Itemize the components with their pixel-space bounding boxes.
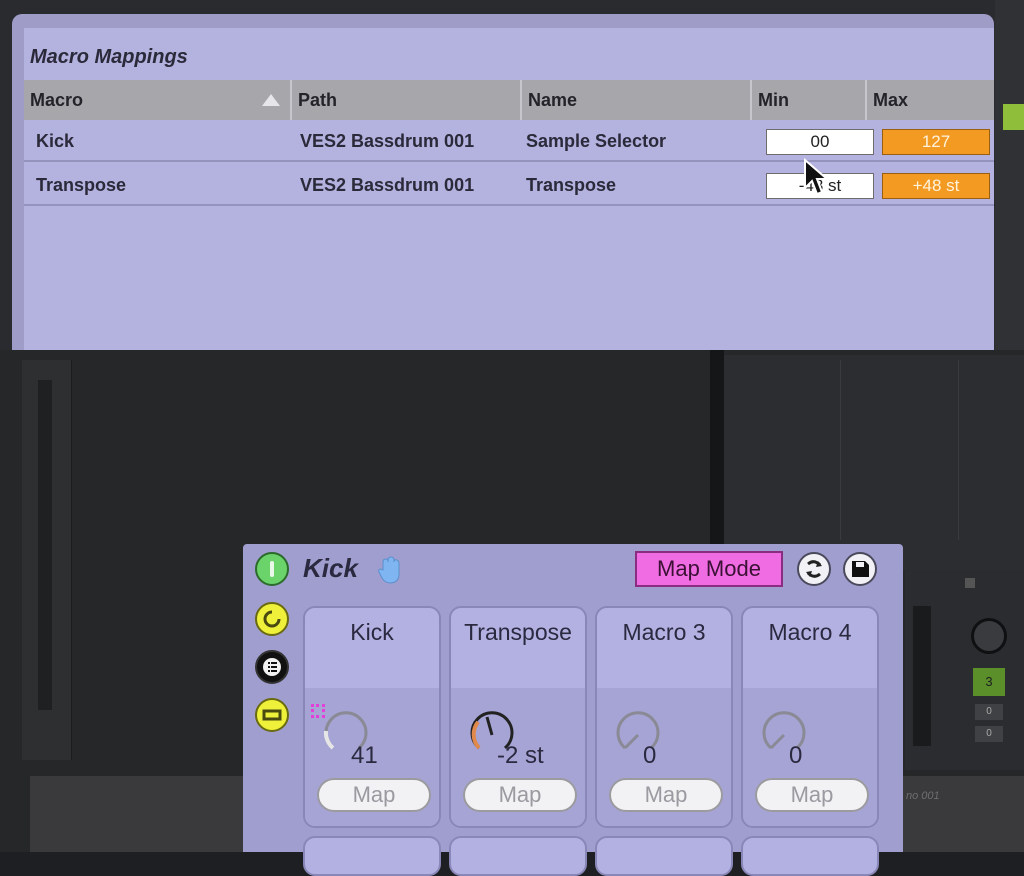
macro-value: -2 st [497, 742, 544, 769]
macro-label[interactable]: Macro 4 [743, 616, 877, 648]
solo-button[interactable]: 0 [975, 704, 1003, 720]
macro-value: 0 [643, 742, 657, 769]
macro-label[interactable]: Kick [305, 616, 439, 648]
map-button[interactable]: Map [609, 778, 723, 812]
track-activator-button[interactable]: 3 [973, 668, 1005, 696]
track-column [22, 360, 72, 760]
macro-dial[interactable] [603, 700, 673, 770]
pan-knob[interactable] [971, 618, 1007, 654]
macro-knob-6[interactable] [449, 836, 587, 876]
map-mode-button[interactable]: Map Mode [635, 551, 783, 587]
chain-glyph [262, 709, 282, 721]
session-panel [724, 355, 1024, 570]
clip-name: no 001 [906, 790, 940, 802]
column-header-name[interactable]: Name [522, 80, 752, 120]
session-grid-line [840, 360, 841, 540]
volume-fader[interactable] [913, 606, 931, 746]
save-glyph [852, 561, 869, 577]
cell-name: Sample Selector [526, 131, 667, 151]
macro-value: 41 [351, 742, 378, 769]
hot-swap-icon[interactable] [797, 552, 831, 586]
device-title[interactable]: Kick [303, 553, 358, 584]
mappings-table-header: Macro Path Name Min Max [24, 80, 994, 120]
macro-dial[interactable] [749, 700, 819, 770]
macro-knob-5[interactable] [303, 836, 441, 876]
column-header-min[interactable]: Min [752, 80, 867, 120]
macro-knob-7[interactable] [595, 836, 733, 876]
macro-knob-3[interactable]: Macro 3 0 Map [595, 606, 733, 828]
macro-label[interactable]: Macro 3 [597, 616, 731, 648]
macro-mappings-window: Macro Mappings Macro Path Name Min Max K… [12, 14, 994, 350]
save-icon[interactable] [843, 552, 877, 586]
table-row[interactable]: Transpose VES2 Bassdrum 001 Transpose -4… [24, 164, 994, 206]
device-title-bar: Kick Map Mode [243, 544, 903, 594]
map-button[interactable]: Map [755, 778, 869, 812]
column-header-label: Macro [30, 90, 84, 110]
power-icon[interactable] [255, 552, 289, 586]
kick-rack-device: Kick Map Mode Kick 41 Map Transpose -2 s… [243, 544, 903, 876]
macro-mappings-panel: Macro Mappings Macro Path Name Min Max K… [24, 28, 994, 350]
min-value-field[interactable]: 00 [766, 129, 874, 155]
column-header-max[interactable]: Max [867, 80, 994, 120]
chain-icon[interactable] [255, 698, 289, 732]
cell-macro: Kick [36, 131, 75, 151]
macro-label[interactable]: Transpose [451, 616, 585, 648]
column-header-path[interactable]: Path [292, 80, 522, 120]
mouse-pointer-icon [804, 158, 830, 196]
session-grid-line [958, 360, 959, 540]
list-glyph [263, 658, 281, 676]
macro-mappings-title: Macro Mappings [30, 46, 188, 68]
max-value-field[interactable]: +48 st [882, 173, 990, 199]
macro-knob-4[interactable]: Macro 4 0 Map [741, 606, 879, 828]
cell-name: Transpose [526, 175, 617, 195]
hand-icon[interactable] [377, 556, 403, 584]
mixer-strip: 3 0 0 [905, 570, 1024, 770]
sort-ascending-icon [262, 94, 280, 106]
map-button[interactable]: Map [463, 778, 577, 812]
max-value-field[interactable]: 127 [882, 129, 990, 155]
circle-arrow-icon[interactable] [255, 602, 289, 636]
track-meter [38, 380, 52, 710]
background-clip-slot [1003, 104, 1024, 130]
macro-value: 0 [789, 742, 803, 769]
macro-knob-1[interactable]: Kick 41 Map [303, 606, 441, 828]
macro-knob-8[interactable] [741, 836, 879, 876]
map-button[interactable]: Map [317, 778, 431, 812]
hot-swap-glyph [806, 560, 822, 578]
circle-arrow-glyph [263, 610, 281, 628]
mixer-square [965, 578, 975, 588]
background-right-strip [995, 0, 1024, 350]
column-header-macro[interactable]: Macro [24, 80, 292, 120]
macro-knob-2[interactable]: Transpose -2 st Map [449, 606, 587, 828]
cell-macro: Transpose [36, 175, 127, 195]
list-icon[interactable] [255, 650, 289, 684]
arm-button[interactable]: 0 [975, 726, 1003, 742]
cell-path: VES2 Bassdrum 001 [300, 131, 475, 151]
cell-path: VES2 Bassdrum 001 [300, 175, 475, 195]
table-row[interactable]: Kick VES2 Bassdrum 001 Sample Selector 0… [24, 120, 994, 162]
